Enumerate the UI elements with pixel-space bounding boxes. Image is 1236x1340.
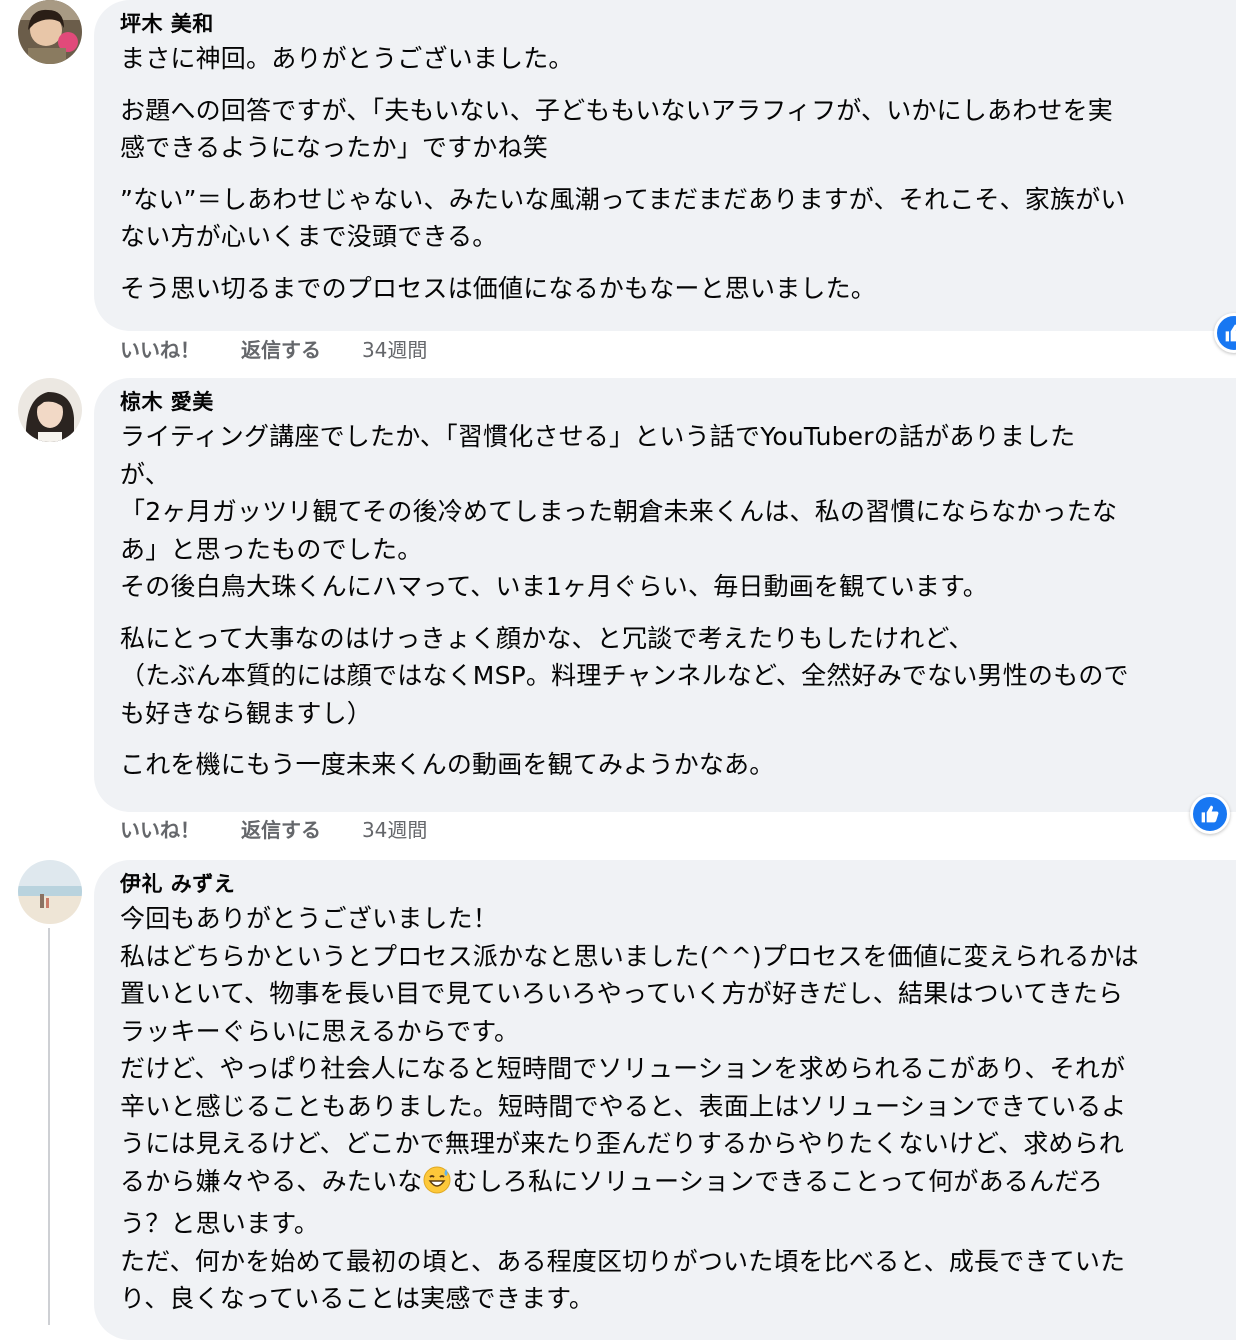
like-button[interactable]: いいね！ [120, 334, 200, 366]
reply-thread-line [48, 928, 50, 1325]
comment-line: るから嫌々やる、みたいな むしろ私にソリューションできることって何があるんだろ [120, 1163, 1236, 1206]
comment-line: ライティング講座でしたか、「習慣化させる」という話でYouTuberの話がありま… [120, 422, 1076, 451]
comment-actions: いいね！ 返信する 34週間 [120, 814, 427, 846]
comment-line: うには見えるけど、どこかで無理が来たり歪んだりするからやりたくないけど、求められ [120, 1129, 1125, 1158]
comment-line: お題への回答ですが、「夫もいない、子どももいないアラフィフが、いかにしあわせを実 [120, 95, 1114, 125]
comment-line: 感できるようになったか」ですかね笑 [120, 133, 548, 162]
comment-line: 私はどちらかというとプロセス派かなと思いました(^^)プロセスを価値に変えられる… [120, 941, 1139, 971]
comment-line: も好きなら観ますし） [120, 698, 373, 728]
comment-line: 私にとって大事なのはけっきょく顔かな、と冗談で考えたりもしたけれど、 [120, 623, 974, 653]
like-button[interactable]: いいね！ [120, 814, 200, 846]
comment-line: これを機にもう一度未来くんの動画を観てみようかなあ。 [120, 750, 775, 779]
comment-line: ただ、何かを始めて最初の頃と、ある程度区切りがついた頃を比べると、成長できていた [120, 1246, 1126, 1276]
comment-author[interactable]: 坪木 美和 [120, 8, 1236, 40]
comment-text: ライティング講座でしたか、「習慣化させる」という話でYouTuberの話がありま… [120, 418, 1236, 784]
comment-line: ラッキーぐらいに思えるからです。 [120, 1016, 520, 1046]
comment-line: だけど、やっぱり社会人になると短時間でソリューションを求められるこがあり、それが [120, 1054, 1126, 1083]
thumbs-up-icon[interactable] [1190, 794, 1230, 834]
comment-bubble: 坪木 美和 まさに神回。ありがとうございました。 お題への回答ですが、「夫もいな… [94, 0, 1236, 331]
comment-line: 今回もありがとうございました！ [120, 904, 499, 933]
comment-text: 今回もありがとうございました！ 私はどちらかというとプロセス派かなと思いました(… [120, 900, 1236, 1318]
comment-text-segment: むしろ私にソリューションできることって何があるんだろ [452, 1166, 1104, 1196]
comment-line: （たぶん本質的には顔ではなくMSP。料理チャンネルなど、全然好みでない男性のもの… [120, 661, 1129, 690]
comment-line: あ」と思ったものでした。 [120, 534, 423, 564]
comment-line: 辛いと感じることもありました。短時間でやると、表面上はソリューションできているよ [120, 1091, 1127, 1121]
avatar[interactable] [18, 0, 82, 64]
grinning-sweat-emoji-icon [422, 1165, 452, 1206]
comment-line: が、 [120, 459, 170, 489]
comment-text: まさに神回。ありがとうございました。 お題への回答ですが、「夫もいない、子どもも… [120, 40, 1236, 307]
timestamp-link[interactable]: 34週間 [362, 334, 427, 366]
comment-line: う？と思います。 [120, 1209, 320, 1238]
reply-button[interactable]: 返信する [241, 334, 321, 366]
comment-line: ”ない”＝しあわせじゃない、みたいな風潮ってまだまだありますが、それこそ、家族が… [120, 184, 1126, 214]
comment-line: まさに神回。ありがとうございました。 [120, 44, 574, 73]
comment-line: 「2ヶ月ガッツリ観てその後冷めてしまった朝倉未来くんは、私の習慣にならなかったな [120, 497, 1118, 526]
comment-text-segment: るから嫌々やる、みたいな [120, 1166, 423, 1196]
comment-line: そう思い切るまでのプロセスは価値になるかもなーと思いました。 [120, 273, 877, 303]
comment-line: り、良くなっていることは実感できます。 [120, 1284, 595, 1313]
comment-bubble: 椋木 愛美 ライティング講座でしたか、「習慣化させる」という話でYouTuber… [94, 378, 1236, 812]
comment-author[interactable]: 伊礼 みずえ [120, 868, 1236, 900]
comment-bubble: 伊礼 みずえ 今回もありがとうございました！ 私はどちらかというとプロセス派かな… [94, 860, 1236, 1340]
avatar[interactable] [18, 378, 82, 442]
comment-line: ない方が心いくまで没頭できる。 [120, 222, 498, 251]
reply-button[interactable]: 返信する [241, 814, 321, 846]
comment-author[interactable]: 椋木 愛美 [120, 386, 1236, 418]
comment-actions: いいね！ 返信する 34週間 [120, 334, 427, 366]
avatar[interactable] [18, 860, 82, 924]
comment-line: その後白鳥大珠くんにハマって、いま1ヶ月ぐらい、毎日動画を観ています。 [120, 572, 988, 601]
timestamp-link[interactable]: 34週間 [362, 814, 427, 846]
comment-line: 置いといて、物事を長い目で見ていろいろやっていく方が好きだし、結果はついてきたら [120, 979, 1124, 1008]
